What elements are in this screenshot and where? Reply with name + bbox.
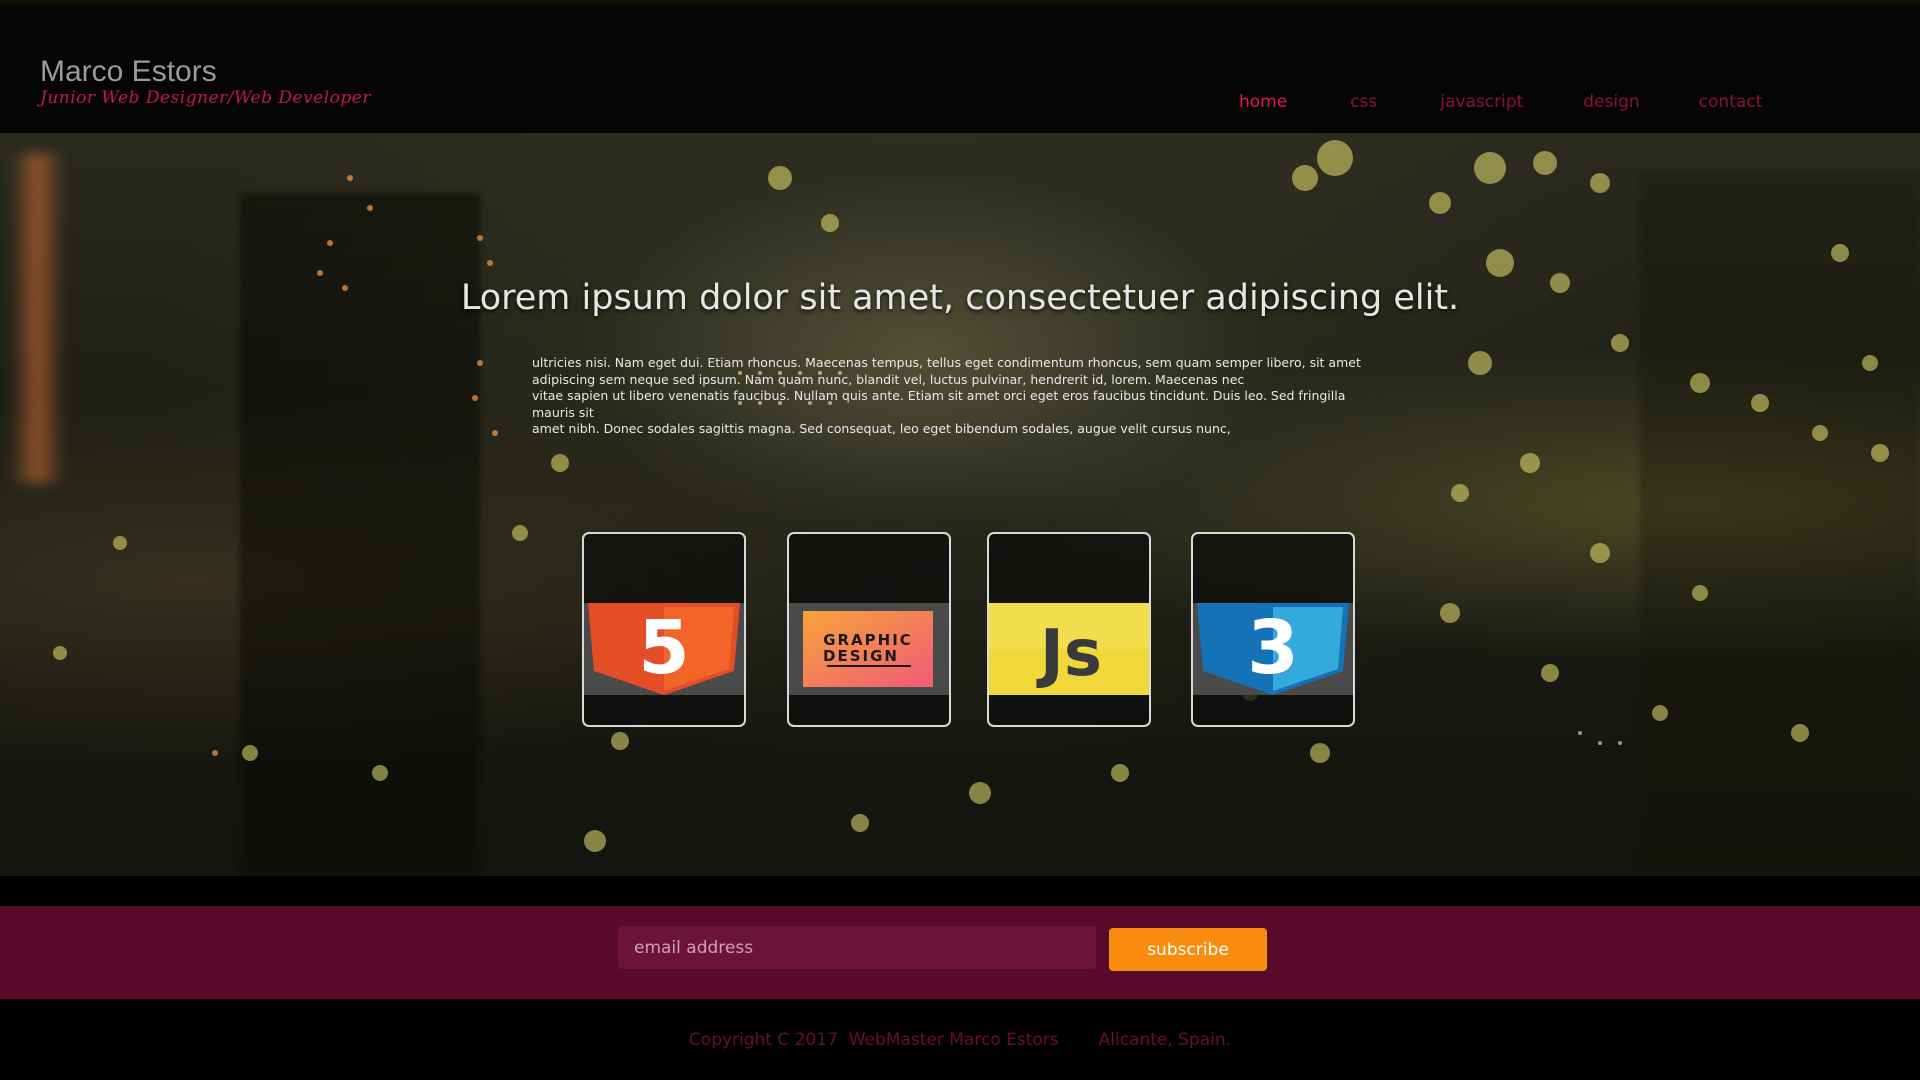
footer-location: Alicante, Spain. [1098,1030,1232,1050]
javascript-logo: Js [989,603,1149,695]
hero-body-line: adipiscing sem neque sed ipsum. Nam quam… [532,371,1245,387]
city-lights-background [53,140,1889,852]
main-nav: home css javascript design contact [1239,92,1762,112]
subscribe-bar: subscribe [0,906,1920,999]
hero-title: Lorem ipsum dolor sit amet, consectetuer… [460,278,1460,318]
svg-text:Js: Js [1036,617,1102,691]
nav-contact[interactable]: contact [1699,92,1763,112]
css3-card[interactable]: 3 [1191,532,1355,727]
nav-home[interactable]: home [1239,92,1287,112]
html5-card[interactable]: 5 [582,532,746,727]
css3-icon: 3 [1197,603,1349,695]
html5-icon: 5 [588,603,740,695]
site-tagline: Junior Web Designer/Web Developer [40,88,371,108]
hero-body-line: amet nibh. Donec sodales sagittis magna.… [532,421,1231,436]
javascript-icon: Js [989,603,1149,695]
footer: Copyright C 2017 WebMaster Marco Estors A… [0,1030,1920,1050]
footer-copyright: Copyright C 2017 WebMaster Marco Estors [688,1030,1059,1050]
hero-body-line: vitae sapien ut libero venenatis faucibu… [532,388,1346,420]
graphic-design-line2: DESIGN [823,647,899,665]
email-input[interactable] [618,926,1096,969]
hero-body-text: ultricies nisi. Nam eget dui. Etiam rhon… [532,355,1392,438]
hero-body-line: ultricies nisi. Nam eget dui. Etiam rhon… [532,355,1361,370]
subscribe-button[interactable]: subscribe [1109,928,1267,971]
css3-logo: 3 [1193,603,1353,695]
site-header: Marco Estors Junior Web Designer/Web Dev… [0,0,1920,133]
graphic-design-icon: GRAPHIC DESIGN [803,611,933,687]
svg-text:3: 3 [1247,605,1299,691]
site-owner-name: Marco Estors [40,55,217,88]
graphic-design-card[interactable]: GRAPHIC DESIGN [787,532,951,727]
nav-css[interactable]: css [1350,92,1377,112]
nav-javascript[interactable]: javascript [1440,92,1523,112]
javascript-card[interactable]: Js [987,532,1151,727]
hero-section: Lorem ipsum dolor sit amet, consectetuer… [0,133,1920,876]
html5-logo: 5 [584,603,744,695]
graphic-design-logo: GRAPHIC DESIGN [789,603,949,695]
svg-text:5: 5 [638,605,690,691]
nav-design[interactable]: design [1583,92,1639,112]
